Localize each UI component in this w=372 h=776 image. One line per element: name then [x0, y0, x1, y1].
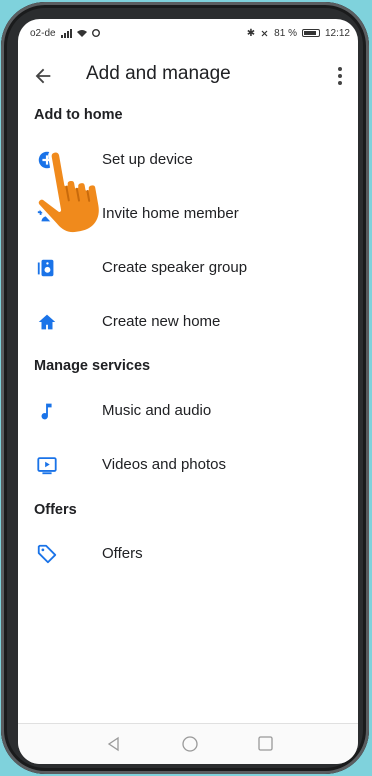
- video-icon: [37, 457, 57, 475]
- back-arrow-icon[interactable]: [32, 65, 54, 87]
- list-item-create-new-home[interactable]: Create new home: [18, 300, 358, 344]
- mute-icon: [261, 30, 268, 36]
- battery-icon: [301, 29, 320, 37]
- section-title-add-to-home: Add to home: [34, 107, 123, 123]
- music-note-icon: [41, 403, 52, 420]
- section-title-manage-services: Manage services: [34, 358, 151, 374]
- status-bar: o2-de ✱ 81 % 12:12: [18, 19, 358, 47]
- tap-hand-icon: [35, 149, 103, 236]
- status-left: o2-de: [30, 28, 100, 39]
- list-item-label: Set up device: [102, 151, 193, 168]
- nav-recent-apps-icon[interactable]: [258, 736, 273, 751]
- speaker-icon: [37, 259, 54, 277]
- tag-icon: [37, 544, 57, 564]
- wifi-icon: [76, 30, 87, 37]
- carrier-label: o2-de: [30, 27, 56, 39]
- phone-frame: o2-de ✱ 81 % 12:12 Add and manage Add to…: [1, 2, 369, 774]
- list-item-label: Offers: [102, 545, 143, 562]
- system-nav-bar: [18, 723, 358, 764]
- battery-percent: 81 %: [274, 27, 297, 39]
- sync-icon: [91, 29, 100, 37]
- signal-icon: [60, 28, 72, 38]
- page-title: Add and manage: [86, 63, 231, 84]
- section-title-offers: Offers: [34, 502, 77, 518]
- list-item-label: Videos and photos: [102, 456, 226, 473]
- list-item-create-speaker-group[interactable]: Create speaker group: [18, 246, 358, 290]
- list-item-label: Create speaker group: [102, 259, 248, 276]
- list-item-offers[interactable]: Offers: [18, 532, 358, 576]
- screen: o2-de ✱ 81 % 12:12 Add and manage Add to…: [18, 19, 358, 764]
- nav-back-icon[interactable]: [106, 736, 122, 752]
- status-right: ✱ 81 % 12:12: [247, 28, 350, 39]
- bluetooth-icon: ✱: [246, 27, 256, 39]
- nav-home-icon[interactable]: [181, 735, 199, 753]
- clock: 12:12: [324, 27, 350, 39]
- list-item-label: Invite home member: [102, 205, 239, 222]
- list-item-label: Music and audio: [102, 402, 212, 419]
- list-item-videos-and-photos[interactable]: Videos and photos: [18, 443, 358, 487]
- list-item-label: Create new home: [102, 313, 221, 330]
- list-item-music-and-audio[interactable]: Music and audio: [18, 389, 358, 433]
- home-icon: [38, 314, 56, 330]
- more-vert-icon[interactable]: [330, 65, 350, 87]
- app-bar: Add and manage: [18, 47, 358, 103]
